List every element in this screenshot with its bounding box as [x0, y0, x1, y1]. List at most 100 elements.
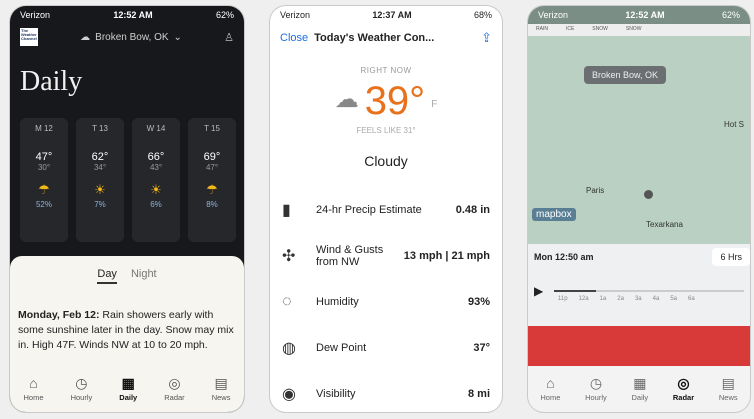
sun-icon: ☀	[150, 182, 162, 197]
tick-label: 2a	[617, 296, 624, 302]
time: 12:52 AM	[625, 10, 665, 20]
status-bar: Verizon 12:52 AM 62%	[528, 6, 750, 24]
feels-like: FEELS LIKE 31°	[356, 126, 416, 135]
map-location-label[interactable]: Broken Bow, OK	[584, 66, 667, 84]
modal-title: Today's Weather Con...	[314, 32, 435, 44]
high-temp: 47°	[35, 151, 53, 163]
metric-value: 0.48 in	[455, 204, 490, 216]
sun-icon: ☀	[94, 182, 106, 197]
modal-header: Close Today's Weather Con... ⇪	[270, 24, 502, 52]
battery: 68%	[473, 10, 492, 20]
tick-label: 3a	[634, 296, 642, 302]
tick-label: 1a	[599, 296, 607, 302]
rain-icon: ☂	[206, 182, 218, 197]
share-icon[interactable]: ⇪	[481, 30, 492, 46]
precip-chance: 6%	[150, 200, 162, 209]
clock-icon: ◷	[75, 375, 88, 391]
tick-label: 12a	[578, 296, 589, 302]
nav-home[interactable]: ⌂ Home	[24, 376, 44, 402]
nav-hourly[interactable]: ◷ Hourly	[71, 376, 93, 402]
low-temp: 30°	[37, 163, 51, 172]
nav-label: Home	[540, 393, 561, 402]
timeline-ticks: 11p 12a 1a 2a 3a 4a 5a 6a	[558, 296, 750, 302]
profile-icon[interactable]: ♙	[224, 31, 234, 44]
map-city: Hot S	[724, 120, 745, 129]
hours-selector[interactable]: 6 Hrs	[712, 248, 750, 266]
metric-value: 37°	[473, 342, 490, 354]
day-column[interactable]: M 12 47° 30° ☂ 52%	[20, 118, 68, 242]
nav-radar[interactable]: ◎ Radar	[164, 376, 184, 402]
carrier: Verizon	[20, 10, 51, 20]
metric-value: 13 mph | 21 mph	[403, 250, 490, 262]
nav-home[interactable]: ⌂ Home	[540, 376, 560, 402]
timeline-time: Mon 12:50 am	[534, 252, 594, 262]
day-column[interactable]: W 14 66° 43° ☀ 6%	[132, 118, 180, 242]
time: 12:37 AM	[372, 10, 412, 20]
radar-map[interactable]: Broken Bow, OK Paris Texarkana Hot S map…	[528, 36, 750, 244]
battery: 62%	[721, 10, 740, 20]
carrier: Verizon	[280, 10, 311, 20]
tab-night[interactable]: Night	[131, 268, 157, 284]
nav-label: Hourly	[70, 393, 93, 402]
nav-label: News	[211, 393, 231, 402]
rain-icon: ☂	[38, 182, 50, 197]
day-label: T 13	[92, 124, 108, 133]
nav-hourly[interactable]: ◷ Hourly	[585, 376, 607, 402]
day-columns: M 12 47° 30° ☂ 52% T 13 62° 34° ☀ 7% W 1…	[20, 118, 244, 242]
forecast-summary: Monday, Feb 12: Rain showers early with …	[10, 308, 244, 354]
news-icon: ▤	[721, 375, 735, 391]
metric-row: ◍ Dew Point 37°	[282, 325, 490, 371]
home-icon: ⌂	[546, 375, 555, 391]
cloud-icon: ☁	[80, 31, 91, 43]
day-column[interactable]: T 15 69° 47° ☂ 8%	[188, 118, 236, 242]
alert-banner[interactable]	[528, 326, 750, 366]
tab-day[interactable]: Day	[97, 268, 117, 284]
metric-label: Wind & Gusts from NW	[316, 244, 384, 268]
metric-row: ✣ Wind & Gusts from NW 13 mph | 21 mph	[282, 233, 490, 279]
dew-point-icon: ◍	[282, 340, 296, 357]
nav-news[interactable]: ▤ News	[719, 376, 738, 402]
low-temp: 34°	[93, 163, 107, 172]
cloud-icon: ☁	[334, 86, 359, 113]
nav-label: Daily	[119, 393, 138, 402]
condition: Cloudy	[364, 153, 408, 169]
temp-unit: F	[431, 99, 438, 110]
nav-daily[interactable]: ▦ Daily	[632, 376, 649, 402]
tick-label: 4a	[652, 296, 660, 302]
right-now-label: RIGHT NOW	[360, 66, 412, 75]
phone-conditions: Verizon 12:37 AM 68% Close Today's Weath…	[270, 6, 502, 412]
precip-chance: 7%	[94, 200, 106, 209]
location-marker	[644, 190, 653, 199]
calendar-icon: ▦	[633, 375, 647, 391]
clock-icon: ◷	[589, 375, 603, 391]
nav-label: Daily	[631, 393, 649, 402]
page-title: Daily	[20, 66, 83, 97]
high-temp: 62°	[91, 151, 109, 163]
bottom-nav: ⌂ Home ◷ Hourly ▦ Daily ◎ Radar ▤ News	[528, 366, 750, 412]
close-button[interactable]: Close	[280, 32, 308, 44]
nav-label: News	[718, 393, 738, 402]
status-bar: Verizon 12:52 AM 62%	[10, 6, 244, 24]
precip-chance: 52%	[35, 200, 52, 209]
metric-row: ◉ Visibility 8 mi	[282, 371, 490, 412]
play-icon[interactable]: ▶	[534, 284, 543, 298]
carrier: Verizon	[538, 10, 569, 20]
weather-channel-logo[interactable]: The Weather Channel	[20, 28, 38, 46]
metric-label: Visibility	[316, 388, 356, 400]
nav-daily[interactable]: ▦ Daily	[119, 376, 137, 402]
location-selector[interactable]: ☁ Broken Bow, OK ⌄	[80, 32, 182, 43]
time: 12:52 AM	[113, 10, 153, 20]
battery: 62%	[215, 10, 234, 20]
day-column[interactable]: T 13 62° 34° ☀ 7%	[76, 118, 124, 242]
nav-radar[interactable]: ◎ Radar	[673, 376, 694, 402]
phone-radar: Verizon 12:52 AM 62% RAIN ICE SNOW SNOW …	[528, 6, 750, 412]
radar-icon: ◎	[168, 375, 181, 391]
metric-row: ▮ 24-hr Precip Estimate 0.48 in	[282, 187, 490, 233]
high-temp: 66°	[147, 151, 165, 163]
metric-label: 24-hr Precip Estimate	[316, 204, 422, 216]
metric-row: ◌ Humidity 93%	[282, 279, 490, 325]
location-label: Broken Bow, OK	[95, 31, 169, 43]
map-city: Paris	[586, 186, 605, 195]
nav-news[interactable]: ▤ News	[212, 376, 231, 402]
tick-label: 6a	[688, 296, 695, 302]
